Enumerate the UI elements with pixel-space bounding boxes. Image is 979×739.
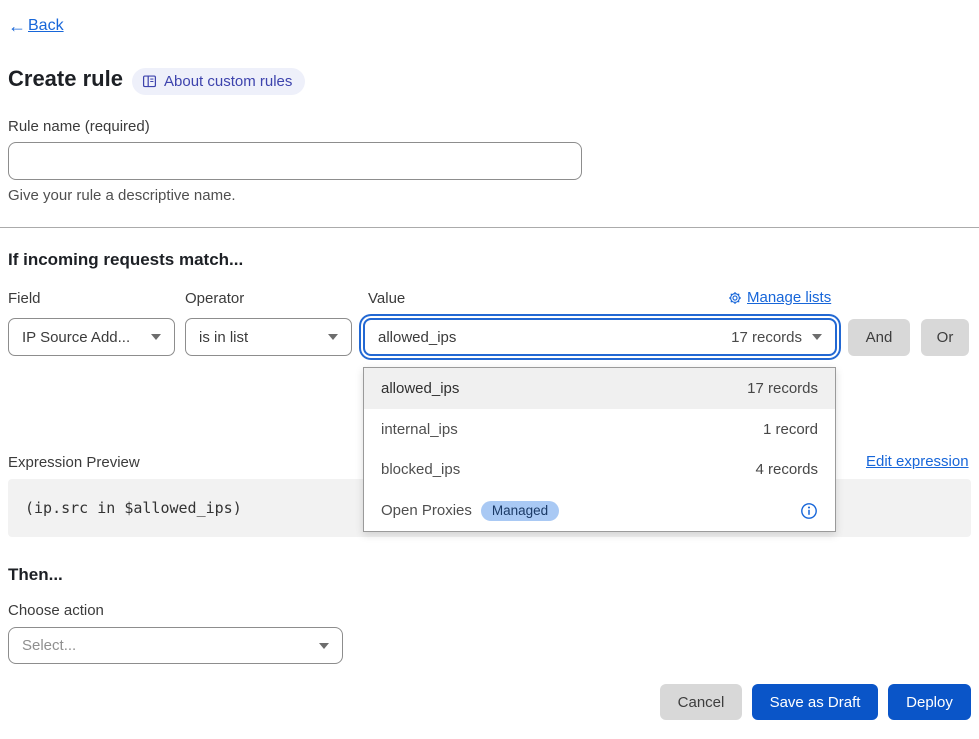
gear-icon	[728, 291, 742, 305]
list-option-name: blocked_ips	[381, 461, 460, 478]
rule-name-label: Rule name (required)	[8, 118, 150, 135]
operator-select[interactable]: is in list	[185, 318, 352, 356]
section-divider	[0, 227, 979, 228]
chevron-down-icon	[151, 334, 161, 340]
expression-preview-label: Expression Preview	[8, 454, 140, 471]
lists-dropdown: allowed_ips 17 records internal_ips 1 re…	[363, 367, 836, 532]
rule-name-input[interactable]	[8, 142, 582, 180]
field-select[interactable]: IP Source Add...	[8, 318, 175, 356]
then-section-heading: Then...	[8, 565, 63, 585]
deploy-button[interactable]: Deploy	[888, 684, 971, 720]
field-label: Field	[8, 290, 41, 307]
operator-select-value: is in list	[199, 329, 248, 346]
chevron-down-icon	[812, 334, 822, 340]
chevron-down-icon	[319, 643, 329, 649]
action-select[interactable]: Select...	[8, 627, 343, 664]
operator-label: Operator	[185, 290, 244, 307]
list-option-meta: 17 records	[747, 380, 818, 397]
cancel-button[interactable]: Cancel	[660, 684, 742, 720]
managed-badge: Managed	[481, 501, 559, 521]
list-option-open-proxies[interactable]: Open Proxies Managed	[364, 490, 835, 531]
list-option-internal-ips[interactable]: internal_ips 1 record	[364, 409, 835, 450]
list-option-meta: 4 records	[755, 461, 818, 478]
value-select[interactable]: allowed_ips 17 records	[363, 318, 837, 356]
and-button[interactable]: And	[848, 319, 910, 356]
list-option-meta: 1 record	[763, 421, 818, 438]
list-option-name: Open Proxies	[381, 502, 472, 519]
match-section-heading: If incoming requests match...	[8, 250, 243, 270]
field-select-value: IP Source Add...	[22, 329, 130, 346]
list-option-name: internal_ips	[381, 421, 458, 438]
rule-name-helper: Give your rule a descriptive name.	[8, 187, 236, 204]
list-option-name: allowed_ips	[381, 380, 459, 397]
back-link[interactable]: ← Back	[8, 17, 64, 35]
edit-expression-link[interactable]: Edit expression	[866, 453, 969, 470]
back-link-label: Back	[28, 17, 64, 35]
value-select-meta: 17 records	[731, 329, 802, 346]
about-custom-rules-badge[interactable]: About custom rules	[132, 68, 305, 95]
list-option-blocked-ips[interactable]: blocked_ips 4 records	[364, 450, 835, 491]
expression-code: (ip.src in $allowed_ips)	[25, 499, 242, 517]
save-as-draft-button[interactable]: Save as Draft	[752, 684, 878, 720]
manage-lists-label: Manage lists	[747, 289, 831, 306]
choose-action-label: Choose action	[8, 602, 104, 619]
action-select-placeholder: Select...	[22, 637, 76, 654]
chevron-down-icon	[328, 334, 338, 340]
page-title: Create rule	[8, 66, 123, 92]
manage-lists-link[interactable]: Manage lists	[728, 289, 831, 306]
back-arrow-icon: ←	[8, 17, 26, 35]
or-button[interactable]: Or	[921, 319, 969, 356]
value-select-value: allowed_ips	[378, 329, 456, 346]
info-icon[interactable]	[800, 502, 818, 520]
value-label: Value	[368, 290, 405, 307]
book-icon	[142, 74, 157, 89]
list-option-allowed-ips[interactable]: allowed_ips 17 records	[364, 368, 835, 409]
about-badge-label: About custom rules	[164, 73, 292, 90]
